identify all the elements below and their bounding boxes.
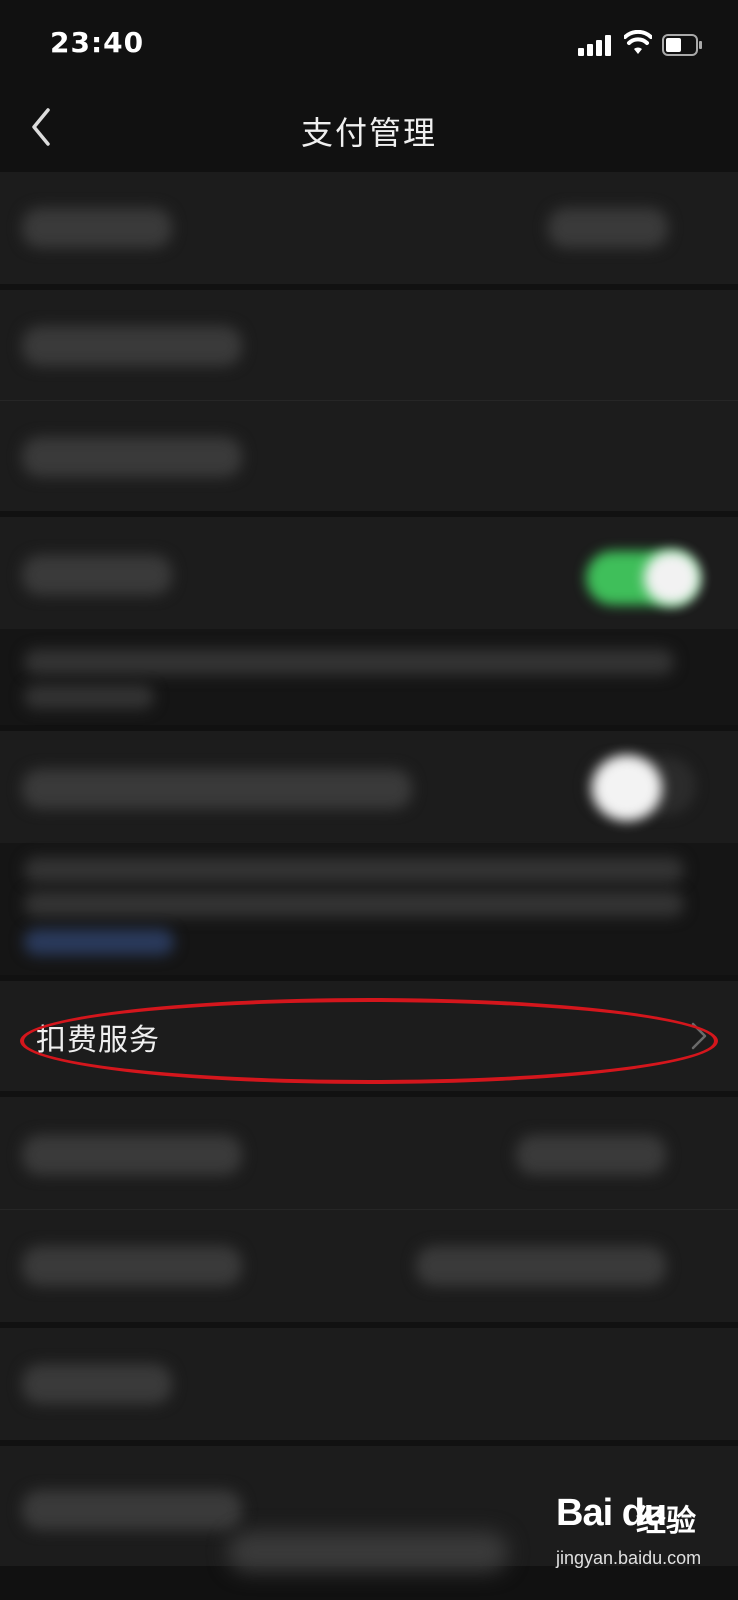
description-text-blurred bbox=[0, 629, 738, 725]
signal-icon bbox=[578, 34, 614, 56]
list-item-blurred-toggle[interactable] bbox=[0, 517, 738, 629]
nav-bar: 支付管理 bbox=[0, 88, 738, 170]
status-time: 23:40 bbox=[50, 26, 145, 59]
list-item-deduction-service[interactable]: 扣费服务 bbox=[0, 981, 738, 1091]
baidu-jingyan-watermark: Bai du 经验 jingyan.baidu.com bbox=[556, 1486, 726, 1596]
battery-icon bbox=[662, 34, 702, 56]
home-indicator bbox=[228, 1532, 508, 1572]
watermark-url: jingyan.baidu.com bbox=[556, 1548, 702, 1568]
list-item-blurred[interactable] bbox=[0, 1097, 738, 1209]
list-item-blurred[interactable] bbox=[0, 1209, 738, 1322]
status-bar: 23:40 bbox=[0, 0, 738, 88]
settings-list: 扣费服务 bbox=[0, 172, 738, 1566]
watermark-brand: 经验 bbox=[636, 1504, 696, 1539]
list-item-blurred[interactable] bbox=[0, 1328, 738, 1440]
list-item-blurred[interactable] bbox=[0, 172, 738, 284]
wifi-icon bbox=[624, 30, 652, 54]
list-item-blurred[interactable] bbox=[0, 290, 738, 400]
description-text-blurred bbox=[0, 843, 738, 975]
list-item-blurred-toggle[interactable] bbox=[0, 731, 738, 843]
list-item-blurred[interactable] bbox=[0, 400, 738, 511]
page-title: 支付管理 bbox=[300, 114, 437, 152]
screen: 23:40 支付管理 扣费服务 Bai du 经验 jingyan.baidu.… bbox=[0, 0, 738, 1600]
chevron-right-icon bbox=[691, 1022, 707, 1050]
deduction-service-label: 扣费服务 bbox=[36, 1023, 160, 1058]
